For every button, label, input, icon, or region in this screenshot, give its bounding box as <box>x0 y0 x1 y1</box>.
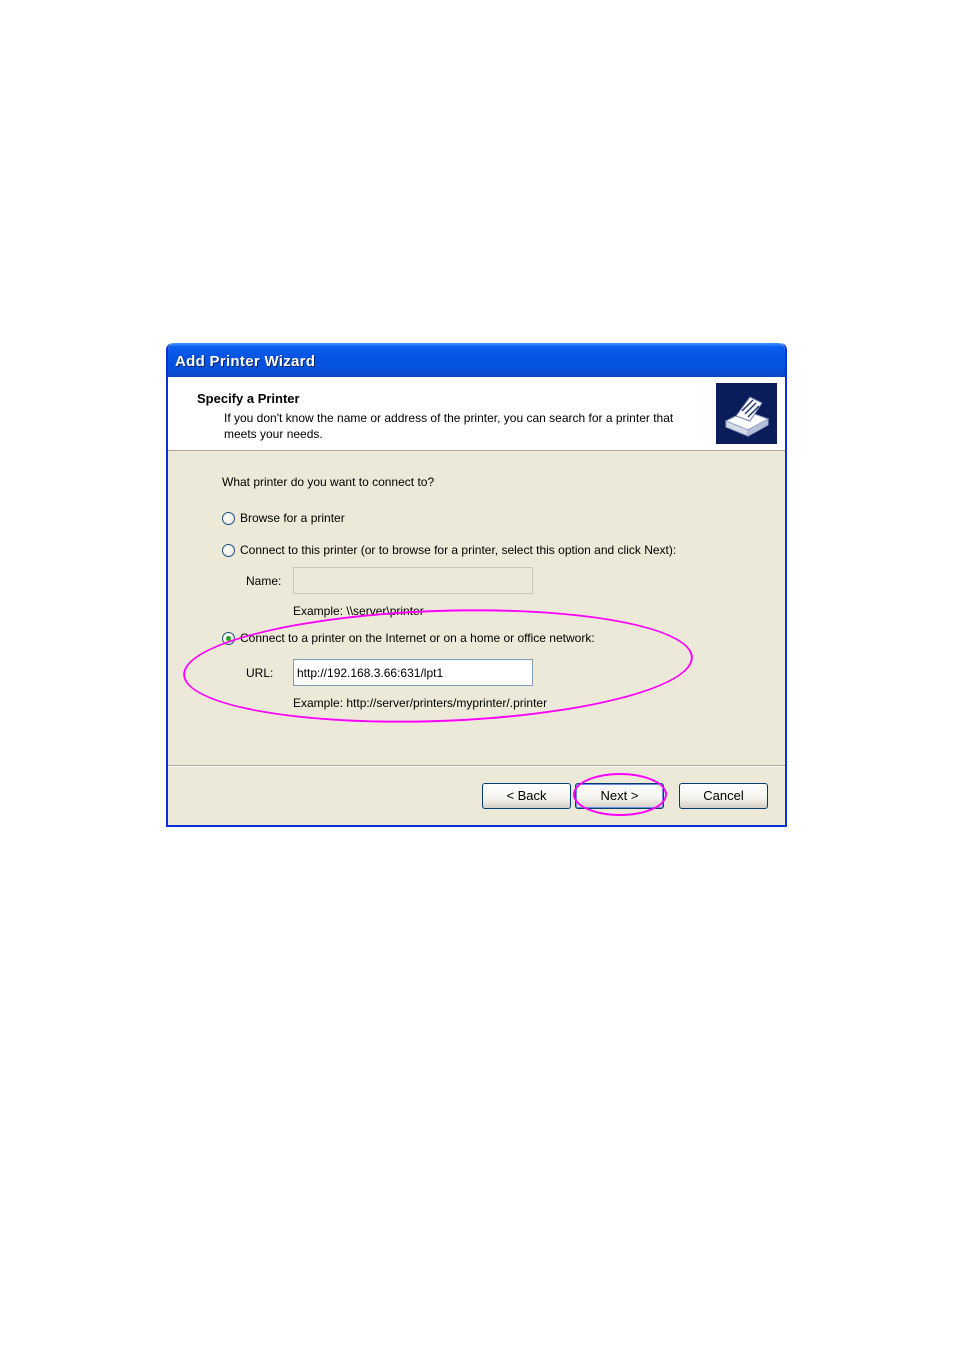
printer-icon <box>716 383 777 444</box>
header-description: If you don't know the name or address of… <box>224 411 674 441</box>
name-label: Name: <box>246 574 282 588</box>
radio-browse[interactable] <box>222 511 235 525</box>
option-connect-internet[interactable]: Connect to a printer on the Internet or … <box>222 629 595 647</box>
name-field[interactable] <box>293 567 533 594</box>
add-printer-wizard-window: Add Printer Wizard Specify a Printer If … <box>166 343 787 827</box>
back-button[interactable]: < Back <box>482 783 571 809</box>
radio-connect-named[interactable] <box>222 543 235 557</box>
option-browse[interactable]: Browse for a printer <box>222 509 345 527</box>
title-bar[interactable]: Add Printer Wizard <box>168 343 785 377</box>
wizard-header: Specify a Printer If you don't know the … <box>168 377 785 451</box>
option-browse-label: Browse for a printer <box>240 511 345 525</box>
cancel-button[interactable]: Cancel <box>679 783 768 809</box>
next-button[interactable]: Next > <box>575 783 664 809</box>
option-connect-internet-label: Connect to a printer on the Internet or … <box>240 631 595 645</box>
url-field[interactable] <box>293 659 533 686</box>
url-example: Example: http://server/printers/myprinte… <box>293 696 548 710</box>
url-label: URL: <box>246 666 274 680</box>
radio-connect-internet[interactable] <box>222 631 235 645</box>
window-title: Add Printer Wizard <box>175 353 316 370</box>
option-connect-named[interactable]: Connect to this printer (or to browse fo… <box>222 541 676 559</box>
option-connect-named-label: Connect to this printer (or to browse fo… <box>240 543 677 557</box>
name-example: Example: \\server\printer <box>293 604 424 618</box>
page: Add Printer Wizard Specify a Printer If … <box>0 0 954 1352</box>
button-separator <box>168 765 785 767</box>
header-title: Specify a Printer <box>197 391 300 406</box>
connect-prompt: What printer do you want to connect to? <box>222 475 435 489</box>
